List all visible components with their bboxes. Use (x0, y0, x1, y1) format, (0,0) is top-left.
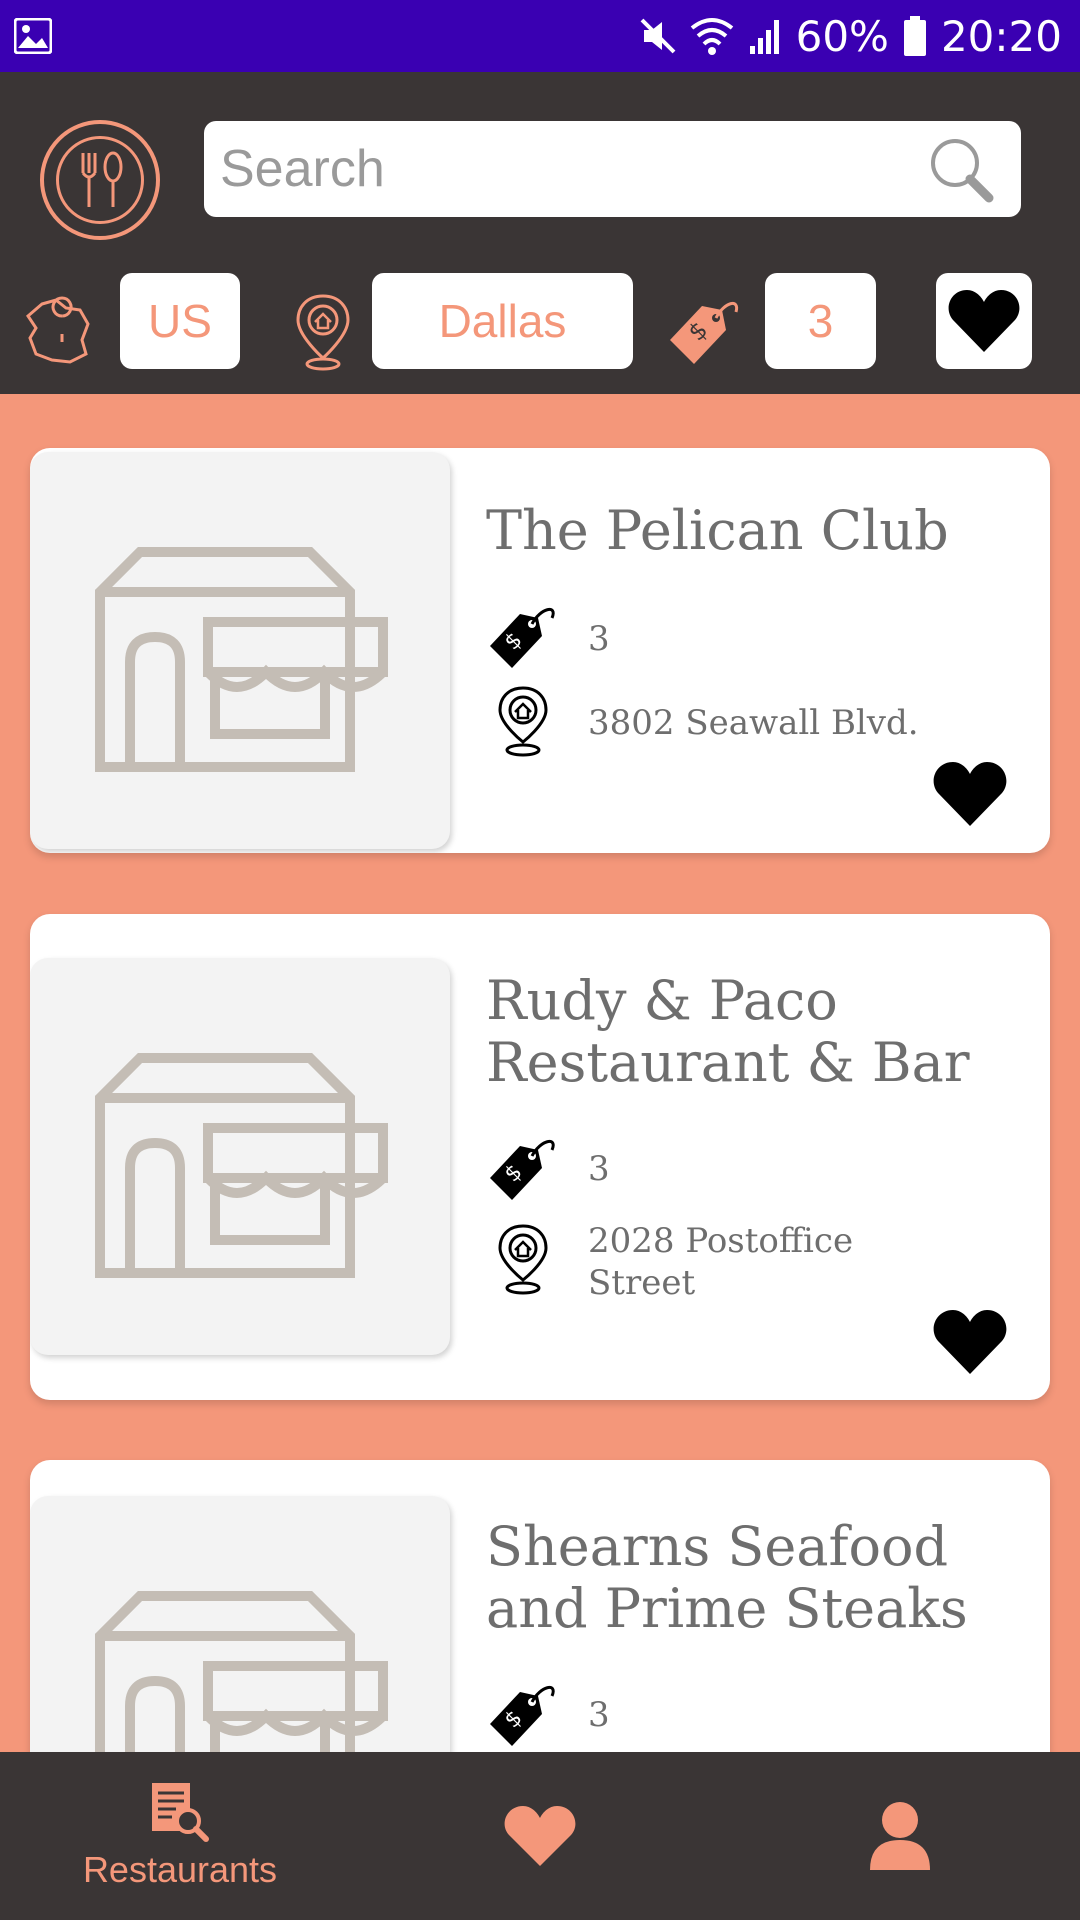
favorite-heart-icon[interactable] (932, 1308, 1008, 1376)
clock: 20:20 (940, 11, 1062, 61)
restaurant-price: 3 (588, 1149, 610, 1189)
search-input[interactable] (220, 121, 900, 217)
price-tag-icon: $ (490, 1686, 555, 1746)
country-map-icon (26, 296, 90, 364)
storefront-icon (95, 1053, 388, 1278)
price-tag-icon: $ (490, 608, 555, 668)
location-pin-icon (498, 1224, 548, 1295)
battery-percentage: 60% (795, 11, 889, 61)
user-profile-icon (870, 1802, 930, 1870)
search-bar[interactable] (204, 121, 1021, 217)
restaurant-card[interactable]: Rudy & Paco Restaurant & Bar $ 3 2028 Po… (30, 914, 1050, 1400)
favorites-filter-button[interactable] (936, 273, 1032, 369)
price-tag-icon: $ (670, 302, 739, 364)
location-pin-icon (296, 294, 350, 371)
city-filter[interactable]: Dallas (372, 273, 633, 369)
heart-icon (504, 1806, 576, 1866)
nav-profile-tab[interactable] (840, 1752, 960, 1920)
restaurant-address: 2028 Postoffice Street (588, 1221, 854, 1303)
restaurant-price: 3 (588, 1695, 610, 1735)
heart-icon (948, 290, 1020, 352)
restaurant-image-placeholder (30, 958, 450, 1355)
restaurant-card[interactable]: The Pelican Club $ 3 3802 Seawall Blvd. (30, 448, 1050, 853)
mute-icon (640, 18, 676, 54)
restaurant-search-icon (152, 1783, 209, 1842)
price-tag-icon: $ (490, 1140, 555, 1200)
wifi-icon (690, 18, 733, 55)
signal-icon (749, 20, 779, 54)
nav-favorites-tab[interactable] (480, 1752, 600, 1920)
nav-restaurants-label: Restaurants (82, 1849, 278, 1890)
image-notification-icon (14, 18, 52, 54)
storefront-icon (95, 547, 388, 772)
price-filter[interactable]: 3 (765, 273, 876, 369)
restaurant-address: 3802 Seawall Blvd. (588, 703, 919, 743)
nav-restaurants-tab[interactable]: Restaurants (60, 1752, 300, 1920)
battery-icon (903, 16, 926, 56)
restaurant-logo-icon (40, 120, 160, 240)
restaurant-image-placeholder (30, 452, 450, 849)
restaurant-price: 3 (588, 619, 610, 659)
search-icon[interactable] (927, 135, 997, 205)
restaurant-name: The Pelican Club (486, 499, 949, 562)
restaurant-name: Rudy & Paco Restaurant & Bar (486, 969, 970, 1094)
favorite-heart-icon[interactable] (932, 760, 1008, 828)
bottom-navigation: Restaurants (0, 1752, 1080, 1920)
restaurant-name: Shearns Seafood and Prime Steaks (486, 1515, 968, 1640)
country-filter[interactable]: US (120, 273, 240, 369)
app-header: US Dallas $ 3 (0, 72, 1080, 394)
status-bar: 60% 20:20 (0, 0, 1080, 72)
location-pin-icon (498, 686, 548, 757)
